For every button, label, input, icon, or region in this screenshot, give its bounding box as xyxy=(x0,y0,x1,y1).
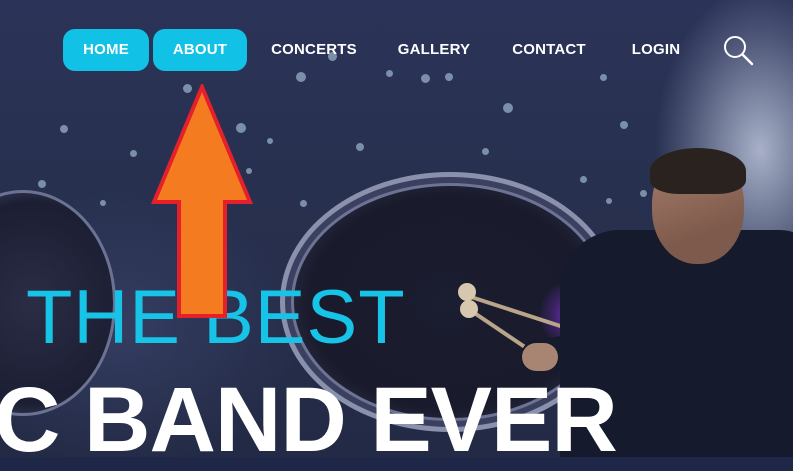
bokeh-dot xyxy=(386,70,393,77)
nav-contact[interactable]: CONTACT xyxy=(500,29,598,71)
hero-headline-line2: C BAND EVER xyxy=(0,369,618,471)
performer-hair xyxy=(650,148,746,194)
performer-hand xyxy=(522,343,558,371)
bokeh-dot xyxy=(100,200,106,206)
bokeh-dot xyxy=(267,138,273,144)
bokeh-dot xyxy=(421,74,430,83)
nav-gallery[interactable]: GALLERY xyxy=(390,29,478,71)
bokeh-dot xyxy=(300,200,307,207)
bokeh-dot xyxy=(482,148,489,155)
annotation-arrow-up-icon xyxy=(150,84,254,318)
bokeh-dot xyxy=(503,103,513,113)
main-nav: HOME ABOUT CONCERTS GALLERY CONTACT LOGI… xyxy=(0,29,793,71)
bokeh-dot xyxy=(600,74,607,81)
bokeh-dot xyxy=(356,143,364,151)
drumstick-head xyxy=(458,283,476,301)
bokeh-dot xyxy=(606,198,612,204)
nav-home[interactable]: HOME xyxy=(63,29,149,71)
nav-about[interactable]: ABOUT xyxy=(153,29,247,71)
drumstick-head xyxy=(460,300,478,318)
nav-login[interactable]: LOGIN xyxy=(622,29,690,71)
bokeh-dot xyxy=(445,73,453,81)
bokeh-dot xyxy=(640,190,647,197)
bokeh-dot xyxy=(38,180,46,188)
bokeh-dot xyxy=(60,125,68,133)
bokeh-dot xyxy=(580,176,587,183)
search-icon[interactable] xyxy=(722,34,754,66)
bokeh-dot xyxy=(130,150,137,157)
bokeh-dot xyxy=(296,72,306,82)
nav-concerts[interactable]: CONCERTS xyxy=(262,29,366,71)
bokeh-dot xyxy=(620,121,628,129)
